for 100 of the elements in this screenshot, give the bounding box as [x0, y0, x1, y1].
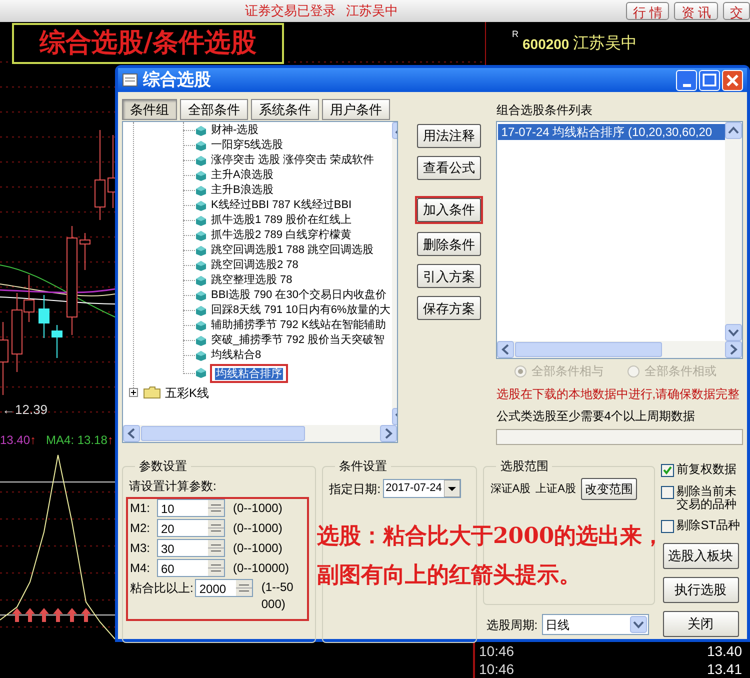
scroll-right-icon: [725, 341, 742, 358]
note-text: 公式类选股至少需要4个以上周期数据: [496, 408, 696, 425]
number-spinner[interactable]: 30: [157, 539, 225, 557]
tree-item[interactable]: 涨停突击 选股 涨停突击 荣成软件: [210, 152, 376, 169]
annotation-title: 综合选股/条件选股: [12, 23, 284, 64]
vertical-scrollbar[interactable]: [725, 122, 742, 341]
tab[interactable]: 条件组: [122, 99, 177, 120]
up-arrow-icon: [67, 608, 77, 622]
action-button[interactable]: 用法注释: [417, 124, 481, 148]
number-spinner[interactable]: 60: [157, 559, 225, 577]
range-text: (1--50000): [261, 579, 294, 613]
tick-time: 10:46: [479, 642, 514, 660]
number-spinner[interactable]: 20: [157, 519, 225, 537]
tree-item[interactable]: BBI选股 790 在30个交易日内收盘价: [210, 287, 388, 304]
date-dropdown[interactable]: 2017-07-24: [382, 479, 461, 498]
close-button[interactable]: [722, 70, 743, 90]
indicator-value: 13.40: [0, 432, 30, 449]
field-label: 粘合比以上:: [130, 580, 194, 597]
gem-icon: [195, 274, 207, 286]
checkbox[interactable]: [660, 520, 674, 533]
tree-item[interactable]: 抓牛选股2 789 白线穿柠檬黄: [210, 227, 353, 244]
tree-item[interactable]: 回踩8天线 791 10日内有6%放量的大: [210, 302, 392, 319]
group-title: 条件设置: [338, 458, 388, 475]
dropdown-caret-icon: [444, 480, 460, 497]
candlestick: [38, 294, 50, 338]
date-label: 指定日期:: [329, 480, 381, 498]
checkbox[interactable]: [660, 486, 674, 499]
gem-icon: [195, 290, 207, 302]
tree-item[interactable]: 主升A浪选股: [210, 167, 274, 184]
tree-item[interactable]: 五彩K线: [165, 384, 210, 402]
up-arrow-icon: [81, 608, 91, 622]
field-label: M1:: [130, 500, 152, 517]
horizontal-scrollbar[interactable]: [497, 341, 742, 358]
scroll-left-icon: [497, 341, 514, 358]
tab[interactable]: 用户条件: [322, 99, 390, 120]
period-dropdown[interactable]: 日线: [542, 614, 649, 635]
nav-button[interactable]: 资 讯: [674, 2, 718, 20]
range-text: (0--1000): [233, 520, 282, 537]
gem-icon: [195, 200, 207, 212]
action-button[interactable]: 查看公式: [417, 156, 481, 180]
gem-icon: [195, 304, 207, 316]
field-label: M2:: [130, 520, 152, 537]
action-button[interactable]: 引入方案: [417, 264, 481, 288]
side-button[interactable]: 关闭: [662, 611, 739, 637]
tree-item[interactable]: 突破_捕捞季节 792 股价当天突破智: [210, 332, 386, 349]
number-spinner[interactable]: 10: [157, 499, 225, 517]
side-button[interactable]: 执行选股: [662, 577, 739, 603]
scroll-thumb[interactable]: [515, 342, 662, 357]
gem-icon: [195, 140, 207, 152]
range-text: (0--1000): [233, 500, 282, 517]
list-item[interactable]: 17-07-24 均线粘合排序 (10,20,30,60,20: [498, 124, 725, 140]
market-label: 上证A股: [536, 482, 576, 497]
scroll-thumb[interactable]: [141, 426, 306, 441]
dropdown-caret-icon: [630, 616, 647, 633]
number-spinner[interactable]: 2000: [195, 579, 254, 597]
checkbox-label: 剔除当前未交易的品种: [676, 485, 738, 511]
scroll-left-icon: [123, 425, 140, 442]
change-range-button[interactable]: 改变范围: [580, 478, 637, 500]
gem-icon: [195, 184, 207, 196]
checkbox[interactable]: [660, 464, 674, 477]
tree-item[interactable]: 均线粘合排序: [215, 368, 283, 380]
tree-item[interactable]: 一阳穿5线选股: [210, 137, 284, 154]
tree-item[interactable]: 均线粘合8: [210, 347, 262, 364]
period-label: 选股周期:: [486, 616, 538, 634]
gem-icon: [195, 154, 207, 166]
tick-time: 10:46: [479, 660, 514, 678]
range-text: (0--10000): [233, 560, 290, 577]
gem-icon: [195, 124, 207, 136]
spin-icon: [208, 540, 224, 556]
nav-button[interactable]: 交: [723, 2, 750, 20]
minimize-button[interactable]: [676, 70, 697, 90]
action-button[interactable]: 加入条件: [417, 198, 481, 222]
tab[interactable]: 系统条件: [251, 99, 319, 120]
side-button[interactable]: 选股入板块: [662, 543, 739, 569]
gem-icon: [195, 230, 207, 242]
tree-item[interactable]: 跳空回调选股2 78: [210, 257, 300, 274]
annotation-caption: 副图有向上的红箭头提示。: [317, 561, 582, 590]
tree-item[interactable]: 财神-选股: [210, 122, 260, 139]
indicator-value: MA4: 13.18: [46, 432, 108, 449]
action-button[interactable]: 保存方案: [417, 296, 481, 320]
tree-item[interactable]: K线经过BBI 787 K线经过BBI: [210, 197, 353, 214]
gem-icon: [195, 320, 207, 332]
gem-icon: [195, 334, 207, 346]
action-button[interactable]: 删除条件: [417, 232, 481, 256]
tree-item[interactable]: 跳空整理选股 78: [210, 272, 294, 289]
tree-item[interactable]: 跳空回调选股1 788 跳空回调选股: [210, 242, 375, 259]
tree-item[interactable]: 抓牛选股1 789 股价在红线上: [210, 212, 353, 229]
maximize-button[interactable]: [699, 70, 720, 90]
gem-icon: [195, 367, 207, 379]
minimize-icon: [682, 84, 690, 86]
spin-icon: [208, 500, 224, 516]
group-title: 参数设置: [138, 458, 188, 475]
tab[interactable]: 全部条件: [180, 99, 248, 120]
list-title: 组合选股条件列表: [496, 102, 594, 119]
tree-item[interactable]: 辅助捕捞季节 792 K线站在智能辅助: [210, 317, 387, 334]
group-title: 选股范围: [499, 458, 550, 475]
scroll-down-icon: [725, 324, 742, 341]
horizontal-scrollbar[interactable]: [123, 425, 397, 442]
tree-item[interactable]: 主升B浪选股: [210, 182, 274, 199]
nav-button[interactable]: 行 情: [626, 2, 670, 20]
